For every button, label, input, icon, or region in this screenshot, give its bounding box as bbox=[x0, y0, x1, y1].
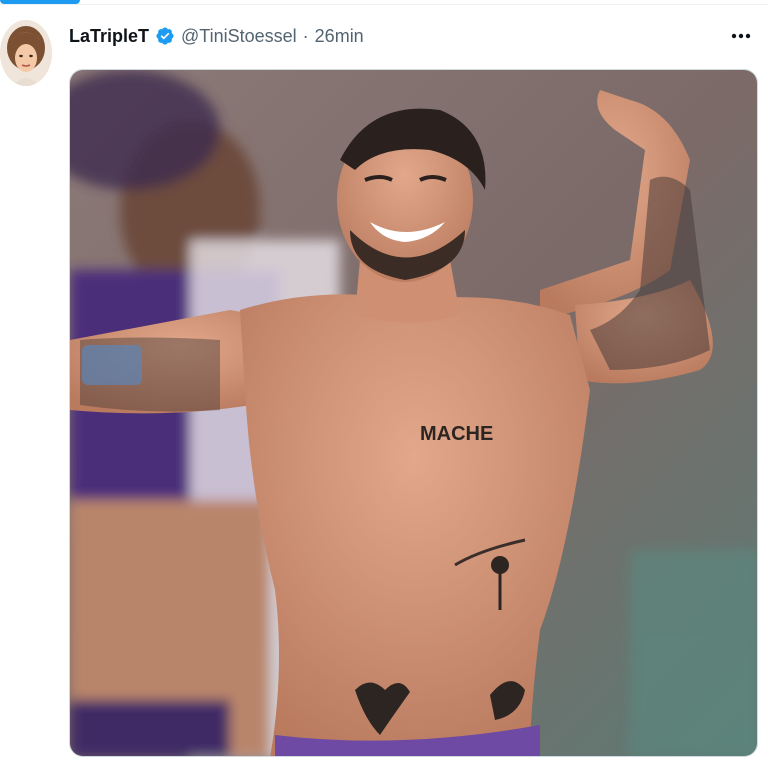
more-horizontal-icon[interactable] bbox=[724, 22, 758, 50]
avatar[interactable] bbox=[0, 20, 52, 86]
avatar-image bbox=[0, 20, 52, 86]
tweet-photo[interactable]: MACHE bbox=[69, 69, 758, 757]
separator-dot: · bbox=[302, 25, 309, 46]
verified-badge-icon bbox=[155, 26, 175, 46]
timestamp[interactable]: 26min bbox=[315, 26, 364, 47]
photo-content: MACHE bbox=[70, 70, 757, 756]
divider bbox=[0, 4, 768, 5]
chest-tattoo-text: MACHE bbox=[420, 423, 493, 445]
user-handle[interactable]: @TiniStoessel bbox=[181, 26, 297, 47]
tweet-header: LaTripleT @TiniStoessel · 26min bbox=[69, 22, 758, 50]
display-name[interactable]: LaTripleT bbox=[69, 26, 149, 47]
